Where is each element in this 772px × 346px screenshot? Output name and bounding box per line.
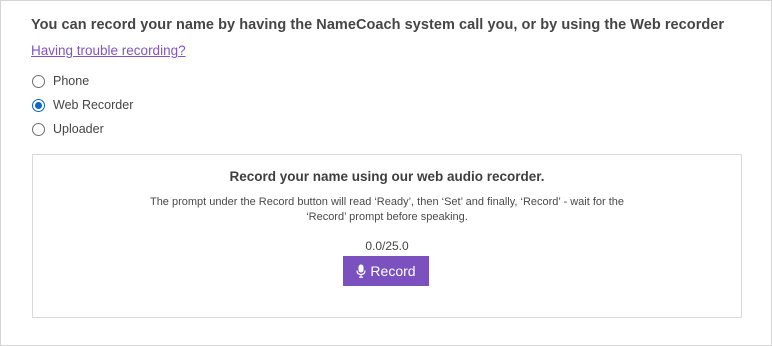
web-recorder-label: Web Recorder [53, 98, 134, 112]
web-recorder-radio[interactable] [32, 98, 45, 112]
record-button[interactable]: Record [343, 256, 429, 286]
page-heading: You can record your name by having the N… [31, 17, 725, 33]
option-phone[interactable]: Phone [32, 73, 89, 89]
microphone-icon [356, 264, 367, 278]
recording-counter: 0.0/25.0 [365, 239, 409, 253]
option-uploader[interactable]: Uploader [32, 121, 104, 137]
recorder-title: Record your name using our web audio rec… [229, 169, 545, 184]
recording-options-frame: You can record your name by having the N… [0, 0, 772, 346]
phone-label: Phone [53, 74, 90, 88]
option-web-recorder[interactable]: Web Recorder [32, 97, 133, 113]
record-button-label: Record [370, 263, 416, 279]
recorder-description: The prompt under the Record button will … [149, 196, 625, 223]
uploader-radio[interactable] [32, 122, 45, 136]
uploader-label: Uploader [53, 122, 104, 136]
web-recorder-panel: Record your name using our web audio rec… [32, 154, 742, 318]
phone-radio[interactable] [32, 74, 45, 88]
trouble-recording-link[interactable]: Having trouble recording? [31, 43, 186, 58]
